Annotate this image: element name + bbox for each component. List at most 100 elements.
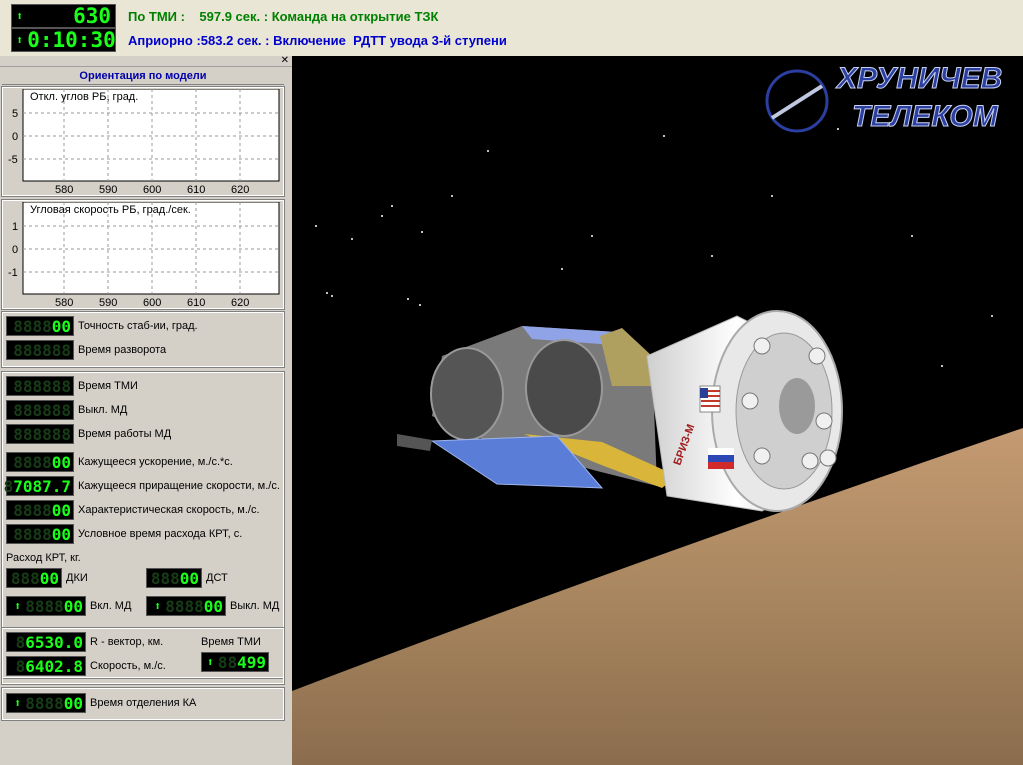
separation-row: ⬆ 8888 00 Время отделения КА	[6, 693, 196, 713]
x-tick-label: 620	[231, 297, 249, 306]
md-off2-label: Выкл. МД	[230, 600, 280, 612]
top-counter-clock: ⬆ 0:10:30	[11, 28, 116, 52]
apriori-message-time: 583.2 сек. :	[200, 33, 270, 48]
r-vector-display: 8 6530.0	[6, 632, 86, 652]
y-tick-label: 0	[12, 244, 18, 256]
cond-time-row: 8888 00 Условное время расхода КРТ, с.	[6, 524, 242, 544]
cond-time-value: 00	[51, 524, 71, 544]
arrow-up-icon: ⬆	[206, 655, 214, 669]
stage-nozzle	[779, 378, 815, 434]
arrow-up-icon: ⬆	[13, 599, 22, 613]
telemetry-panel: ✕ Ориентация по модели 5 0 -5 580 590 60…	[0, 55, 292, 765]
logo-text-line1: ХРУНИЧЕВ	[835, 62, 1002, 95]
tmi-time-label: Время ТМИ	[78, 380, 138, 392]
acceleration-label: Кажущееся ускорение, м./с.*с.	[78, 456, 233, 468]
dst-label: ДСТ	[206, 572, 228, 584]
md-off2-value: 00	[203, 596, 223, 616]
cond-time-label: Условное время расхода КРТ, с.	[78, 528, 243, 540]
md-on-row: ⬆ 8888 00 Вкл. МД	[6, 596, 131, 616]
cond-time-display: 8888 00	[6, 524, 74, 544]
y-tick-label: -5	[8, 154, 18, 166]
x-tick-label: 610	[187, 297, 205, 306]
top-counter-seconds: ⬆ 630	[11, 4, 116, 28]
russia-flag-icon	[708, 448, 734, 469]
scene-svg: БРИЗ-М ХРУНИЧЕВ ТЕЛЕКОМ	[292, 56, 1023, 765]
arrow-up-icon: ⬆	[13, 696, 22, 710]
acceleration-value: 00	[51, 452, 71, 472]
orientation-title: Ориентация по модели	[2, 68, 284, 85]
md-off-row: 888888 Выкл. МД	[6, 400, 127, 420]
stabilization-label: Точность стаб-ии, град.	[78, 320, 198, 332]
char-velocity-display: 8888 00	[6, 500, 74, 520]
stabilization-value: 00	[51, 316, 71, 336]
dki-value: 00	[39, 568, 59, 588]
md-off2-display: ⬆ 8888 00	[146, 596, 226, 616]
separation-display: ⬆ 8888 00	[6, 693, 86, 713]
x-tick-label: 580	[55, 184, 73, 193]
apriori-message: Априорно :583.2 сек. : Включение РДТТ ув…	[128, 33, 507, 48]
tmi-time-title: Время ТМИ	[201, 636, 261, 648]
dst-display: 888 00	[146, 568, 202, 588]
tmi-time-row: 888888 Время ТМИ	[6, 376, 138, 396]
md-off-display: 888888	[6, 400, 74, 420]
angle-deviation-chart-svg: 5 0 -5 580 590 600 610 620	[8, 89, 280, 193]
turn-time-display: 888888	[6, 340, 74, 360]
md-on-value: 00	[63, 596, 83, 616]
close-icon[interactable]: ✕	[281, 55, 289, 66]
top-status-bar: ⬆ 630 ⬆ 0:10:30 По ТМИ : 597.9 сек. : Ко…	[0, 0, 1023, 57]
angular-velocity-chart: 1 0 -1 580 590 600 610 620 Угловая скоро…	[4, 202, 284, 306]
x-tick-label: 590	[99, 297, 117, 306]
x-tick-label: 600	[143, 297, 161, 306]
fuel-consumption-title: Расход КРТ, кг.	[6, 552, 81, 564]
x-tick-label: 600	[143, 184, 161, 193]
arrow-up-icon: ⬆	[153, 599, 162, 613]
velocity-row: 8 6402.8 Скорость, м./с.	[6, 656, 166, 676]
spacecraft-3d-view[interactable]: БРИЗ-М ХРУНИЧЕВ ТЕЛЕКОМ	[292, 56, 1023, 765]
angular-velocity-chart-svg: 1 0 -1 580 590 600 610 620	[8, 202, 280, 306]
usa-flag-canton	[700, 388, 708, 398]
top-counter-seconds-value: 630	[73, 4, 111, 28]
apriori-message-text: Включение РДТТ увода 3-й ступени	[273, 33, 507, 48]
velocity-value: 6402.8	[25, 656, 83, 676]
dst-value: 00	[179, 568, 199, 588]
logo-text-line2: ТЕЛЕКОМ	[852, 100, 999, 133]
stabilization-row: 8888 00 Точность стаб-ии, град.	[6, 316, 198, 336]
tmi-message-time: 597.9 сек. :	[199, 9, 269, 24]
tmi-message-label: По ТМИ :	[128, 9, 185, 24]
velocity-label: Скорость, м./с.	[90, 660, 166, 672]
delta-v-value: 7087.7	[13, 476, 71, 496]
y-tick-label: 1	[12, 221, 18, 233]
md-off2-row: ⬆ 8888 00 Выкл. МД	[146, 596, 279, 616]
antenna-dish-left	[430, 347, 504, 441]
x-tick-label: 580	[55, 297, 73, 306]
arrow-up-icon: ⬆	[16, 9, 24, 23]
r-vector-row: 8 6530.0 R - вектор, км.	[6, 632, 163, 652]
dki-display: 888 00	[6, 568, 62, 588]
turn-time-label: Время разворота	[78, 344, 167, 356]
velocity-display: 8 6402.8	[6, 656, 86, 676]
angular-velocity-chart-title: Угловая скорость РБ, град./сек.	[30, 204, 191, 216]
md-on-display: ⬆ 8888 00	[6, 596, 86, 616]
x-tick-label: 620	[231, 184, 249, 193]
tmi-time-display: 888888	[6, 376, 74, 396]
turn-time-row: 888888 Время разворота	[6, 340, 166, 360]
x-tick-label: 610	[187, 184, 205, 193]
delta-v-label: Кажущееся приращение скорости, м./с.	[78, 480, 280, 492]
acceleration-display: 8888 00	[6, 452, 74, 472]
md-off-label: Выкл. МД	[78, 404, 128, 416]
delta-v-row: 8 7087.7 Кажущееся приращение скорости, м…	[4, 476, 280, 496]
md-work-label: Время работы МД	[78, 428, 172, 440]
stabilization-display: 8888 00	[6, 316, 74, 336]
y-tick-label: 0	[12, 131, 18, 143]
tmi-time-counter-value: 499	[237, 652, 266, 672]
acceleration-row: 8888 00 Кажущееся ускорение, м./с.*с.	[6, 452, 233, 472]
y-tick-label: 5	[12, 108, 18, 120]
dki-label: ДКИ	[66, 572, 88, 584]
r-vector-label: R - вектор, км.	[90, 636, 164, 648]
tmi-message: По ТМИ : 597.9 сек. : Команда на открыти…	[128, 9, 438, 24]
dst-row: 888 00 ДСТ	[146, 568, 228, 588]
separation-label: Время отделения КА	[90, 697, 197, 709]
panel-splitter[interactable]: ✕	[0, 55, 292, 67]
md-work-display: 888888	[6, 424, 74, 444]
md-work-row: 888888 Время работы МД	[6, 424, 171, 444]
